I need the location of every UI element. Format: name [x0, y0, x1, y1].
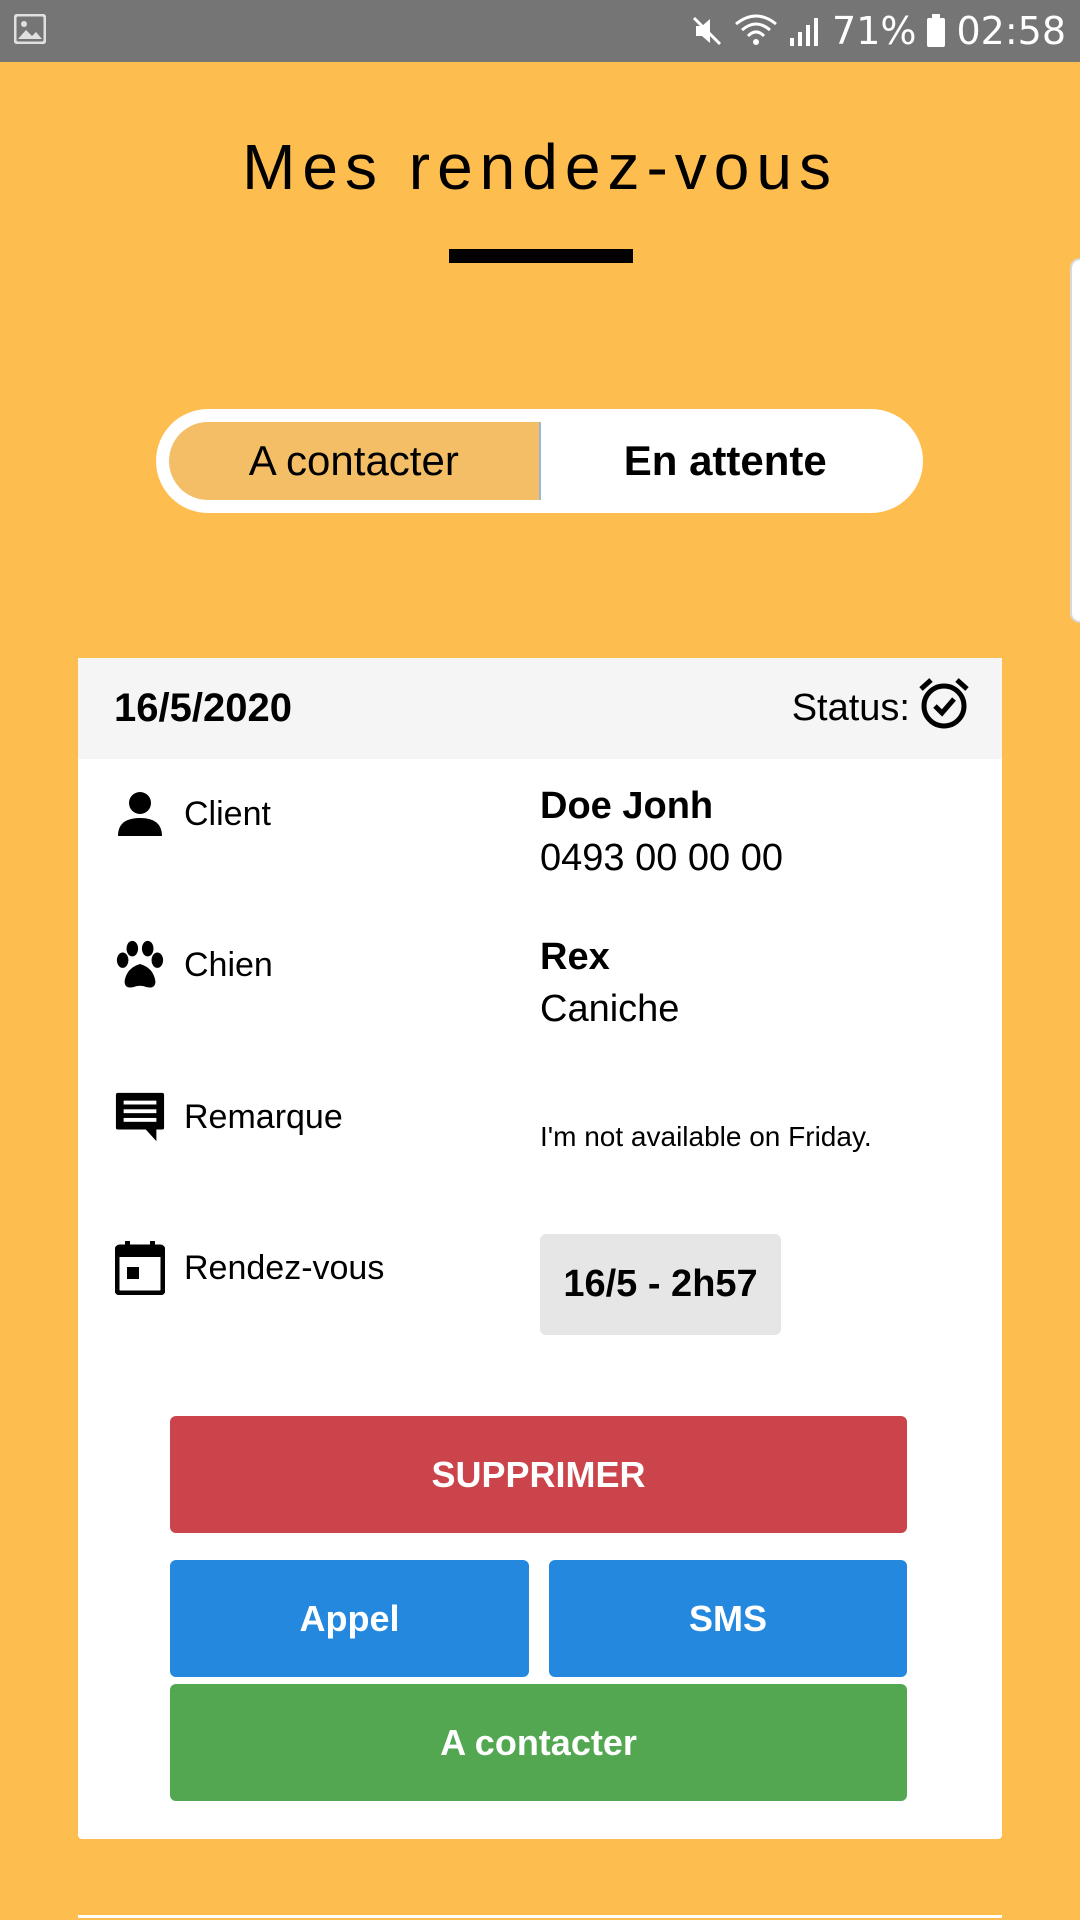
- client-value: Doe Jonh 0493 00 00 00: [540, 780, 783, 884]
- wifi-icon: [734, 14, 778, 48]
- sms-button[interactable]: SMS: [549, 1560, 907, 1677]
- signal-icon: [788, 14, 822, 48]
- remark-label-group: Remarque: [114, 1091, 343, 1143]
- client-label-group: Client: [114, 788, 271, 840]
- battery-icon: [926, 14, 946, 48]
- mute-icon: [690, 14, 724, 48]
- delete-button[interactable]: SUPPRIMER: [170, 1416, 907, 1533]
- toggle-a-contacter[interactable]: A contacter: [169, 422, 541, 500]
- next-card-edge: [78, 1915, 1002, 1918]
- alarm-check-icon: [918, 677, 970, 741]
- page-title: Mes rendez-vous: [242, 131, 838, 203]
- card-date: 16/5/2020: [114, 686, 292, 730]
- appointment-label-group: Rendez-vous: [114, 1241, 385, 1295]
- toggle-en-attente[interactable]: En attente: [541, 422, 911, 500]
- status-bar: 71% 02:58: [0, 0, 1080, 62]
- card-status: Status:: [792, 677, 970, 741]
- remark-label: Remarque: [184, 1097, 343, 1136]
- appointment-value: 16/5 - 2h57: [540, 1234, 781, 1335]
- comment-icon: [114, 1091, 166, 1143]
- dog-value: Rex Caniche: [540, 931, 679, 1035]
- dog-label-group: Chien: [114, 939, 273, 991]
- client-name: Doe Jonh: [540, 785, 714, 827]
- client-phone[interactable]: 0493 00 00 00: [540, 832, 783, 884]
- calendar-icon: [114, 1241, 166, 1295]
- status-toggle: A contacter En attente: [156, 409, 923, 513]
- person-icon: [114, 788, 166, 840]
- client-label: Client: [184, 794, 271, 833]
- dog-name: Rex: [540, 936, 610, 978]
- image-notification-icon: [13, 13, 47, 48]
- battery-percentage: 71%: [832, 9, 917, 53]
- clock: 02:58: [956, 9, 1066, 53]
- paw-icon: [114, 939, 166, 991]
- title-underline: [449, 249, 633, 263]
- dog-label: Chien: [184, 945, 273, 984]
- appointment-label: Rendez-vous: [184, 1248, 385, 1287]
- appointment-chip[interactable]: 16/5 - 2h57: [540, 1234, 781, 1335]
- card-header: 16/5/2020 Status:: [78, 658, 1002, 759]
- appointment-card: 16/5/2020 Status: Client Doe Jonh 0493 0…: [78, 658, 1002, 1839]
- remark-text: I'm not available on Friday.: [540, 1121, 872, 1152]
- contact-button[interactable]: A contacter: [170, 1684, 907, 1801]
- call-button[interactable]: Appel: [170, 1560, 529, 1677]
- dog-breed: Caniche: [540, 988, 680, 1030]
- edge-panel-handle[interactable]: [1070, 258, 1080, 623]
- status-label: Status:: [791, 687, 910, 729]
